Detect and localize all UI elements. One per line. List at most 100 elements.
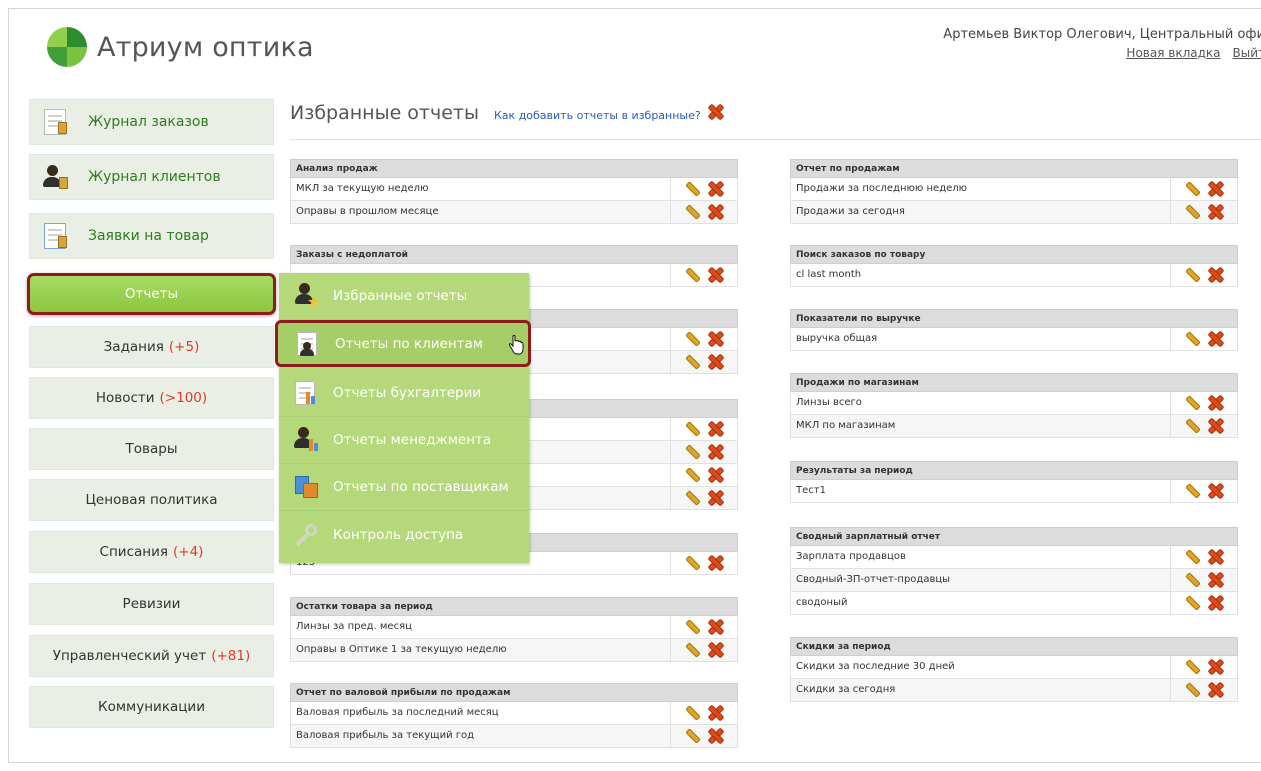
edit-pencil-icon[interactable] <box>685 332 699 346</box>
report-group-title: Отчет по валовой прибыли по продажам <box>290 683 738 702</box>
edit-pencil-icon[interactable] <box>1185 596 1199 610</box>
delete-icon[interactable] <box>1209 573 1223 587</box>
edit-pencil-icon[interactable] <box>1185 268 1199 282</box>
logout-link[interactable]: Выйт <box>1233 46 1261 60</box>
report-link[interactable]: Валовая прибыль за последний месяц <box>291 702 671 724</box>
delete-icon[interactable] <box>1209 182 1223 196</box>
delete-icon[interactable] <box>1209 205 1223 219</box>
sidebar-item-reports[interactable]: Отчеты <box>27 273 276 315</box>
report-link[interactable]: Валовая прибыль за текущий год <box>291 725 671 747</box>
report-link[interactable]: Тест1 <box>791 480 1171 502</box>
edit-pencil-icon[interactable] <box>1185 396 1199 410</box>
report-link[interactable]: Оправы в Оптике 1 за текущую неделю <box>291 639 671 661</box>
delete-icon[interactable] <box>1209 332 1223 346</box>
report-link[interactable]: МКЛ за текущую неделю <box>291 178 671 200</box>
edit-pencil-icon[interactable] <box>1185 332 1199 346</box>
edit-pencil-icon[interactable] <box>685 445 699 459</box>
report-link[interactable]: Зарплата продавцов <box>791 546 1171 568</box>
edit-pencil-icon[interactable] <box>685 706 699 720</box>
sidebar-item-orders-journal[interactable]: Журнал заказов <box>29 99 274 145</box>
report-link[interactable]: МКЛ по магазинам <box>791 415 1171 437</box>
menu-item-supplier-reports[interactable]: Отчеты по поставщикам <box>279 464 529 511</box>
sidebar-item-writeoffs[interactable]: Списания (+4) <box>29 531 274 573</box>
delete-icon[interactable] <box>1209 396 1223 410</box>
sidebar-item-clients-journal[interactable]: Журнал клиентов <box>29 154 274 200</box>
report-group: Сводный зарплатный отчет Зарплата продавц… <box>790 527 1238 615</box>
menu-item-favorite-reports[interactable]: Избранные отчеты <box>279 273 529 320</box>
app-logo[interactable]: Атриум оптика <box>47 27 314 67</box>
new-tab-link[interactable]: Новая вкладка <box>1126 46 1220 60</box>
delete-icon[interactable] <box>709 643 723 657</box>
edit-pencil-icon[interactable] <box>685 182 699 196</box>
sidebar-item-management-accounting[interactable]: Управленческий учет (+81) <box>29 635 274 677</box>
edit-pencil-icon[interactable] <box>685 729 699 743</box>
report-link[interactable]: Линзы всего <box>791 392 1171 414</box>
edit-pencil-icon[interactable] <box>1185 182 1199 196</box>
report-link[interactable]: Скидки за последние 30 дней <box>791 656 1171 678</box>
edit-pencil-icon[interactable] <box>685 620 699 634</box>
delete-icon[interactable] <box>709 468 723 482</box>
edit-pencil-icon[interactable] <box>685 556 699 570</box>
edit-pencil-icon[interactable] <box>1185 550 1199 564</box>
edit-pencil-icon[interactable] <box>1185 205 1199 219</box>
delete-icon[interactable] <box>709 556 723 570</box>
delete-icon[interactable] <box>709 182 723 196</box>
edit-pencil-icon[interactable] <box>685 268 699 282</box>
report-link[interactable]: cl last month <box>791 264 1171 286</box>
edit-pencil-icon[interactable] <box>685 205 699 219</box>
sidebar-item-product-requests[interactable]: Заявки на товар <box>29 213 274 259</box>
edit-pencil-icon[interactable] <box>685 468 699 482</box>
delete-icon[interactable] <box>709 268 723 282</box>
report-row: Продажи за сегодня <box>790 201 1238 224</box>
report-link[interactable]: Сводный-ЗП-отчет-продавцы <box>791 569 1171 591</box>
sidebar-item-tasks[interactable]: Задания (+5) <box>29 326 274 368</box>
report-group: Остатки товара за период Линзы за пред. м… <box>290 597 738 662</box>
sidebar-item-pricing[interactable]: Ценовая политика <box>29 479 274 521</box>
delete-icon[interactable] <box>1209 683 1223 697</box>
sidebar-item-audits[interactable]: Ревизии <box>29 583 274 625</box>
menu-item-client-reports[interactable]: Отчеты по клиентам <box>275 320 531 367</box>
edit-pencil-icon[interactable] <box>685 491 699 505</box>
report-link[interactable]: сводоный <box>791 592 1171 614</box>
help-link[interactable]: Как добавить отчеты в избранные? <box>494 109 701 122</box>
report-link[interactable]: Оправы в прошлом месяце <box>291 201 671 223</box>
delete-icon[interactable] <box>709 332 723 346</box>
delete-icon[interactable] <box>1209 660 1223 674</box>
delete-icon[interactable] <box>709 491 723 505</box>
delete-icon[interactable] <box>709 205 723 219</box>
delete-icon[interactable] <box>709 355 723 369</box>
delete-icon[interactable] <box>1209 596 1223 610</box>
edit-pencil-icon[interactable] <box>685 422 699 436</box>
report-link[interactable]: Линзы за пред. месяц <box>291 616 671 638</box>
delete-icon[interactable] <box>709 422 723 436</box>
delete-icon[interactable] <box>1209 419 1223 433</box>
delete-icon[interactable] <box>1209 550 1223 564</box>
delete-icon[interactable] <box>709 620 723 634</box>
report-link[interactable]: выручка общая <box>791 328 1171 350</box>
report-group-title: Показатели по выручке <box>790 309 1238 328</box>
report-link[interactable]: Продажи за последнюю неделю <box>791 178 1171 200</box>
edit-pencil-icon[interactable] <box>1185 573 1199 587</box>
sidebar-item-communications[interactable]: Коммуникации <box>29 686 274 728</box>
delete-icon[interactable] <box>709 706 723 720</box>
delete-icon[interactable] <box>1209 268 1223 282</box>
edit-pencil-icon[interactable] <box>685 355 699 369</box>
delete-icon[interactable] <box>709 729 723 743</box>
menu-item-access-control[interactable]: Контроль доступа <box>279 511 529 558</box>
report-link[interactable]: Скидки за сегодня <box>791 679 1171 701</box>
menu-item-management-reports[interactable]: Отчеты менеджмента <box>279 417 529 464</box>
edit-pencil-icon[interactable] <box>685 643 699 657</box>
menu-item-accounting-reports[interactable]: Отчеты бухгалтерии <box>279 370 529 417</box>
edit-pencil-icon[interactable] <box>1185 683 1199 697</box>
report-link[interactable]: Продажи за сегодня <box>791 201 1171 223</box>
sidebar-item-products[interactable]: Товары <box>29 428 274 470</box>
delete-icon[interactable] <box>709 445 723 459</box>
edit-pencil-icon[interactable] <box>1185 419 1199 433</box>
sidebar-item-news[interactable]: Новости (>100) <box>29 377 274 419</box>
edit-pencil-icon[interactable] <box>1185 660 1199 674</box>
delete-icon[interactable] <box>1209 484 1223 498</box>
close-help-icon[interactable] <box>709 105 723 119</box>
writeoffs-count-badge: (+4) <box>173 544 204 560</box>
edit-pencil-icon[interactable] <box>1185 484 1199 498</box>
sidebar-item-label: Ценовая политика <box>85 492 218 508</box>
